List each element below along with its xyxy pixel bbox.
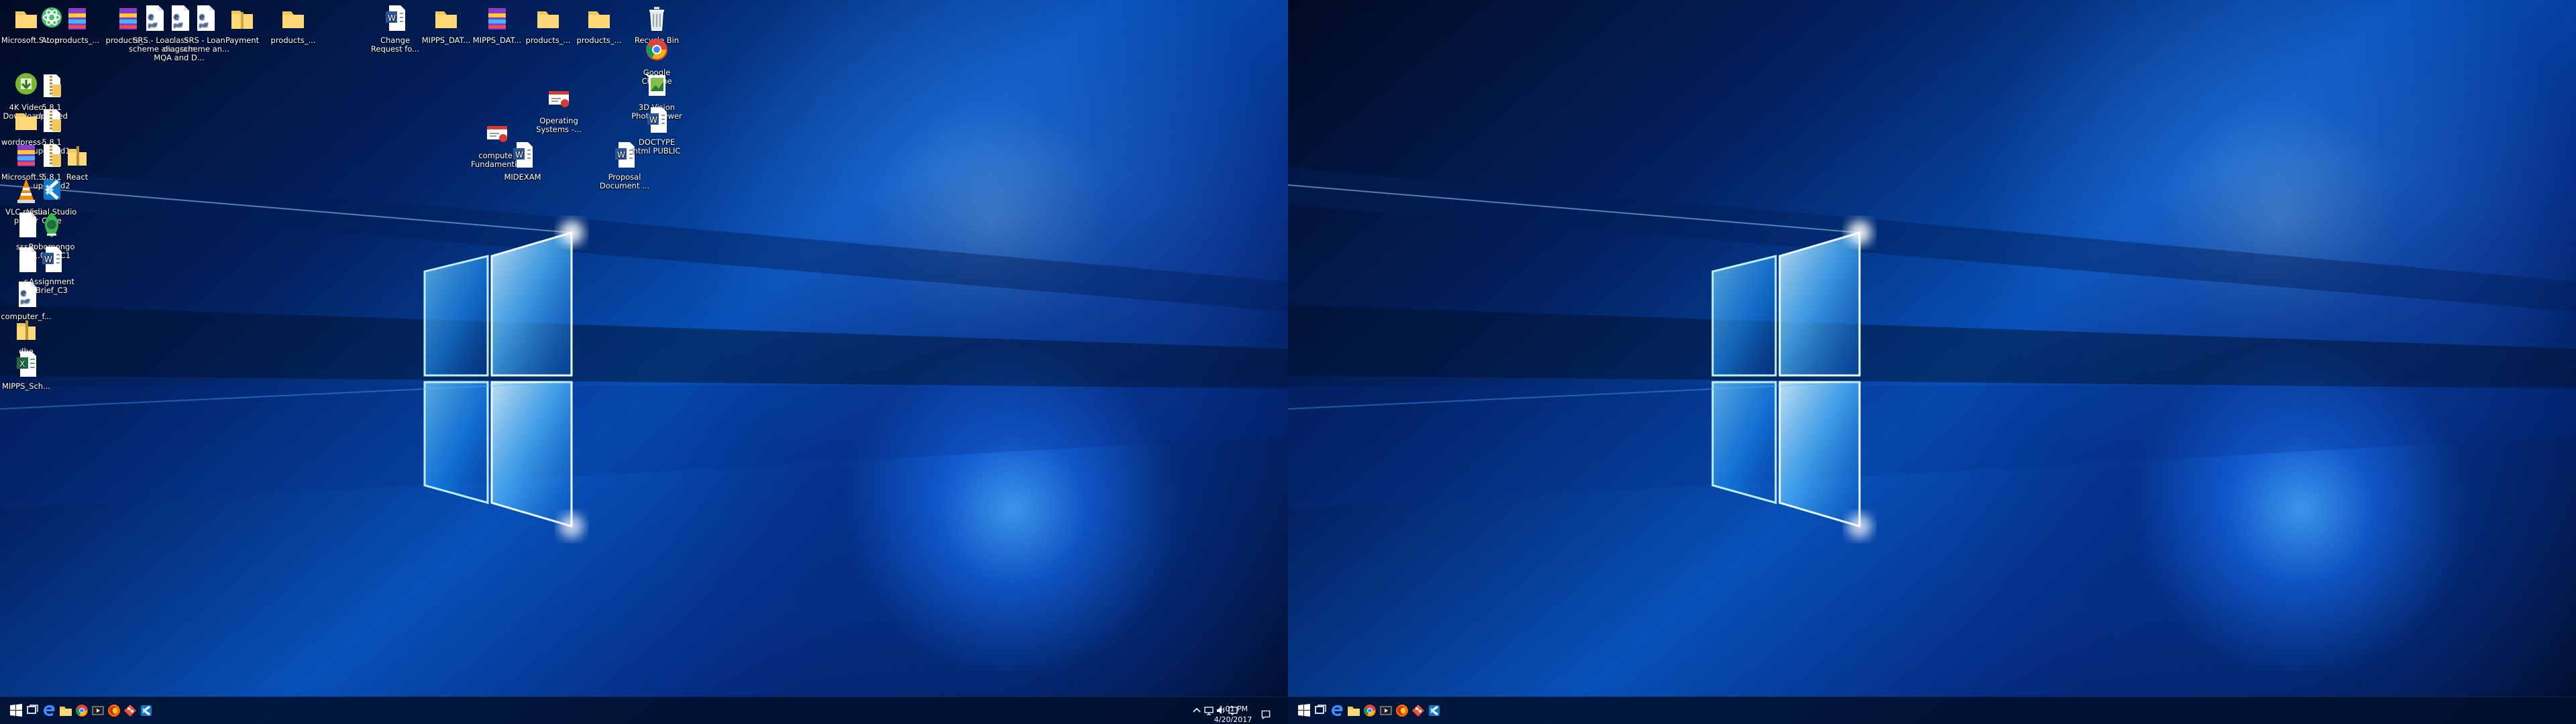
visual-studio-code-icon: [1429, 705, 1440, 716]
windows-logo-light-wallpaper: [1288, 168, 2576, 538]
desktop-icon-mipps-dat[interactable]: MIPPS_DAT...: [420, 3, 472, 63]
desktop-icon-products-folder[interactable]: products_...: [267, 3, 319, 63]
word-document-icon: W: [513, 142, 533, 168]
zip-folder-icon: [231, 11, 253, 29]
svg-text:pdf: pdf: [199, 22, 208, 28]
desktop-icon-label: products_...: [525, 36, 571, 45]
desktop-icon-label: MIPPS_DAT...: [472, 36, 522, 45]
desktop-icon-mipps-sch[interactable]: X MIPPS_Sch...: [0, 349, 52, 409]
desktop-icon-label: MIDEXAM: [504, 173, 541, 182]
taskbar-clock[interactable]: 4:01 PM 4/20/2017: [1213, 704, 1253, 724]
folder-icon: [588, 11, 610, 28]
word-document-icon: W: [647, 107, 667, 133]
desktop-icon-products-folder[interactable]: products_...: [573, 3, 625, 63]
pdf-icon: epdf: [197, 5, 215, 31]
desktop-icon-label: products_...: [54, 36, 100, 45]
word-document-icon: W: [42, 247, 62, 272]
recycle-bin-icon: [649, 7, 664, 31]
svg-text:e: e: [199, 12, 205, 22]
show-hidden-icons-button[interactable]: [1191, 703, 1203, 719]
desktop-icon-doctype-html-public[interactable]: W DOCTYPE html PUBLIC: [631, 105, 683, 165]
desktop-icon-products-folder[interactable]: products_...: [522, 3, 574, 63]
notification-icon: [1261, 710, 1271, 720]
desktop-icon-label: DOCTYPE html PUBLIC: [633, 138, 681, 156]
desktop-icon-mipps-dat[interactable]: MIPPS_DAT...: [471, 3, 523, 63]
word-document-icon: W: [386, 5, 405, 31]
windows-10-wallpaper: [1288, 0, 2576, 724]
desktop-icon-label: MIPPS_DAT...: [421, 36, 471, 45]
desktop-icon-products-archive[interactable]: products_...: [51, 3, 103, 63]
desktop-icon-midexam[interactable]: W MIDEXAM: [496, 139, 549, 200]
taskbar-left: 4:01 PM 4/20/2017: [0, 697, 1288, 724]
svg-text:W: W: [617, 150, 625, 160]
photo-viewer-icon: [645, 73, 665, 96]
folder-icon: [282, 11, 304, 28]
desktop-icon-label: Change Request fo...: [370, 36, 420, 54]
archive-icon: [68, 8, 86, 29]
folder-icon: [435, 11, 457, 28]
svg-text:W: W: [649, 115, 657, 125]
visual-studio-code-icon: [141, 705, 152, 716]
right-monitor: [1288, 0, 2576, 724]
pdf-icon: epdf: [19, 282, 36, 307]
svg-text:W: W: [44, 255, 52, 264]
clock-time: 4:01 PM: [1218, 705, 1248, 713]
taskbar-right: [1288, 697, 2576, 724]
svg-text:e: e: [21, 288, 26, 298]
desktop-icon-payment[interactable]: Payment: [216, 3, 268, 63]
visual-studio-code-icon: [44, 180, 60, 200]
desktop-icon-label: MIPPS_Sch...: [1, 382, 51, 391]
svg-text:X: X: [19, 359, 25, 369]
chevron-up-icon: [1193, 707, 1201, 713]
system-tray: 4:01 PM 4/20/2017: [1191, 703, 1272, 724]
notification-area-button[interactable]: [1260, 708, 1272, 724]
excel-icon: X: [17, 351, 36, 377]
visual-studio-code-taskbar-button[interactable]: [1418, 697, 1450, 724]
zip-folder-icon: [17, 320, 36, 340]
zip-folder-icon: [44, 109, 61, 132]
svg-text:W: W: [388, 13, 396, 23]
desktop-icon-label: Operating Systems -...: [536, 117, 582, 134]
left-monitor: Microsoft.S... Atom products_... product…: [0, 0, 1288, 724]
desktop-icon-operating-systems[interactable]: Operating Systems -...: [533, 83, 585, 143]
svg-text:pdf: pdf: [21, 298, 30, 304]
zip-folder-icon: [68, 146, 87, 166]
robomongo-icon: [45, 213, 58, 237]
desktop-icon-label: Payment: [225, 36, 260, 45]
clock-date: 4/20/2017: [1214, 715, 1252, 724]
desktop-icons-left: Microsoft.S... Atom products_... product…: [0, 0, 1288, 697]
desktop-icon-label: products_...: [576, 36, 622, 45]
presentation-icon: [549, 91, 569, 107]
desktop-icon-label: Proposal Document ...: [599, 173, 650, 190]
visual-studio-code-taskbar-button[interactable]: [130, 697, 162, 724]
svg-text:W: W: [515, 150, 523, 160]
desktop-icon-label: products_...: [270, 36, 316, 45]
archive-icon: [488, 8, 506, 29]
zip-folder-icon: [44, 74, 61, 97]
folder-icon: [537, 11, 559, 28]
chrome-icon: [646, 39, 667, 60]
desktop-icon-change-request[interactable]: W Change Request fo...: [369, 3, 421, 63]
